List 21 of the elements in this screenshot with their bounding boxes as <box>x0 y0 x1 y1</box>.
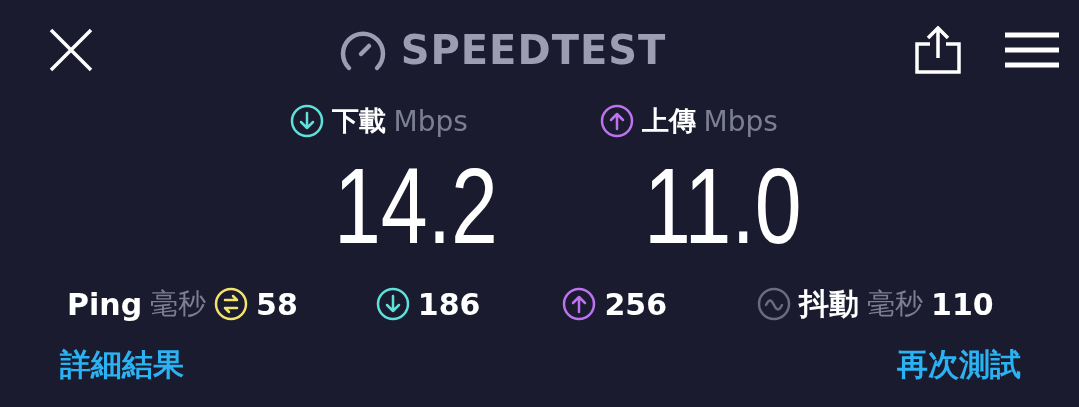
speed-value: 14.2 <box>333 144 498 268</box>
menu-button[interactable] <box>1005 32 1059 68</box>
stat-label: Ping <box>67 286 143 322</box>
share-button[interactable] <box>915 26 961 74</box>
speed-value: 11.0 <box>643 144 802 268</box>
stat-value: 186 <box>417 286 481 322</box>
stat-value: 110 <box>931 286 994 322</box>
stat-value: 256 <box>604 286 668 322</box>
result-label: 上傳 <box>641 104 696 138</box>
app-title: SPEEDTEST <box>400 27 667 73</box>
unit-label: Mbps <box>703 104 778 138</box>
unit-label: 毫秒 <box>867 286 924 322</box>
unit-label: 毫秒 <box>150 286 207 322</box>
stat-label: 抖動 <box>799 284 860 323</box>
stat-value: 58 <box>256 286 298 322</box>
gauge-icon <box>338 28 387 72</box>
close-button[interactable] <box>48 27 94 73</box>
unit-label: Mbps <box>393 104 468 138</box>
result-label: 下載 <box>331 104 386 138</box>
text-link[interactable]: 詳細結果 <box>60 344 184 386</box>
text-link[interactable]: 再次測試 <box>897 344 1021 386</box>
